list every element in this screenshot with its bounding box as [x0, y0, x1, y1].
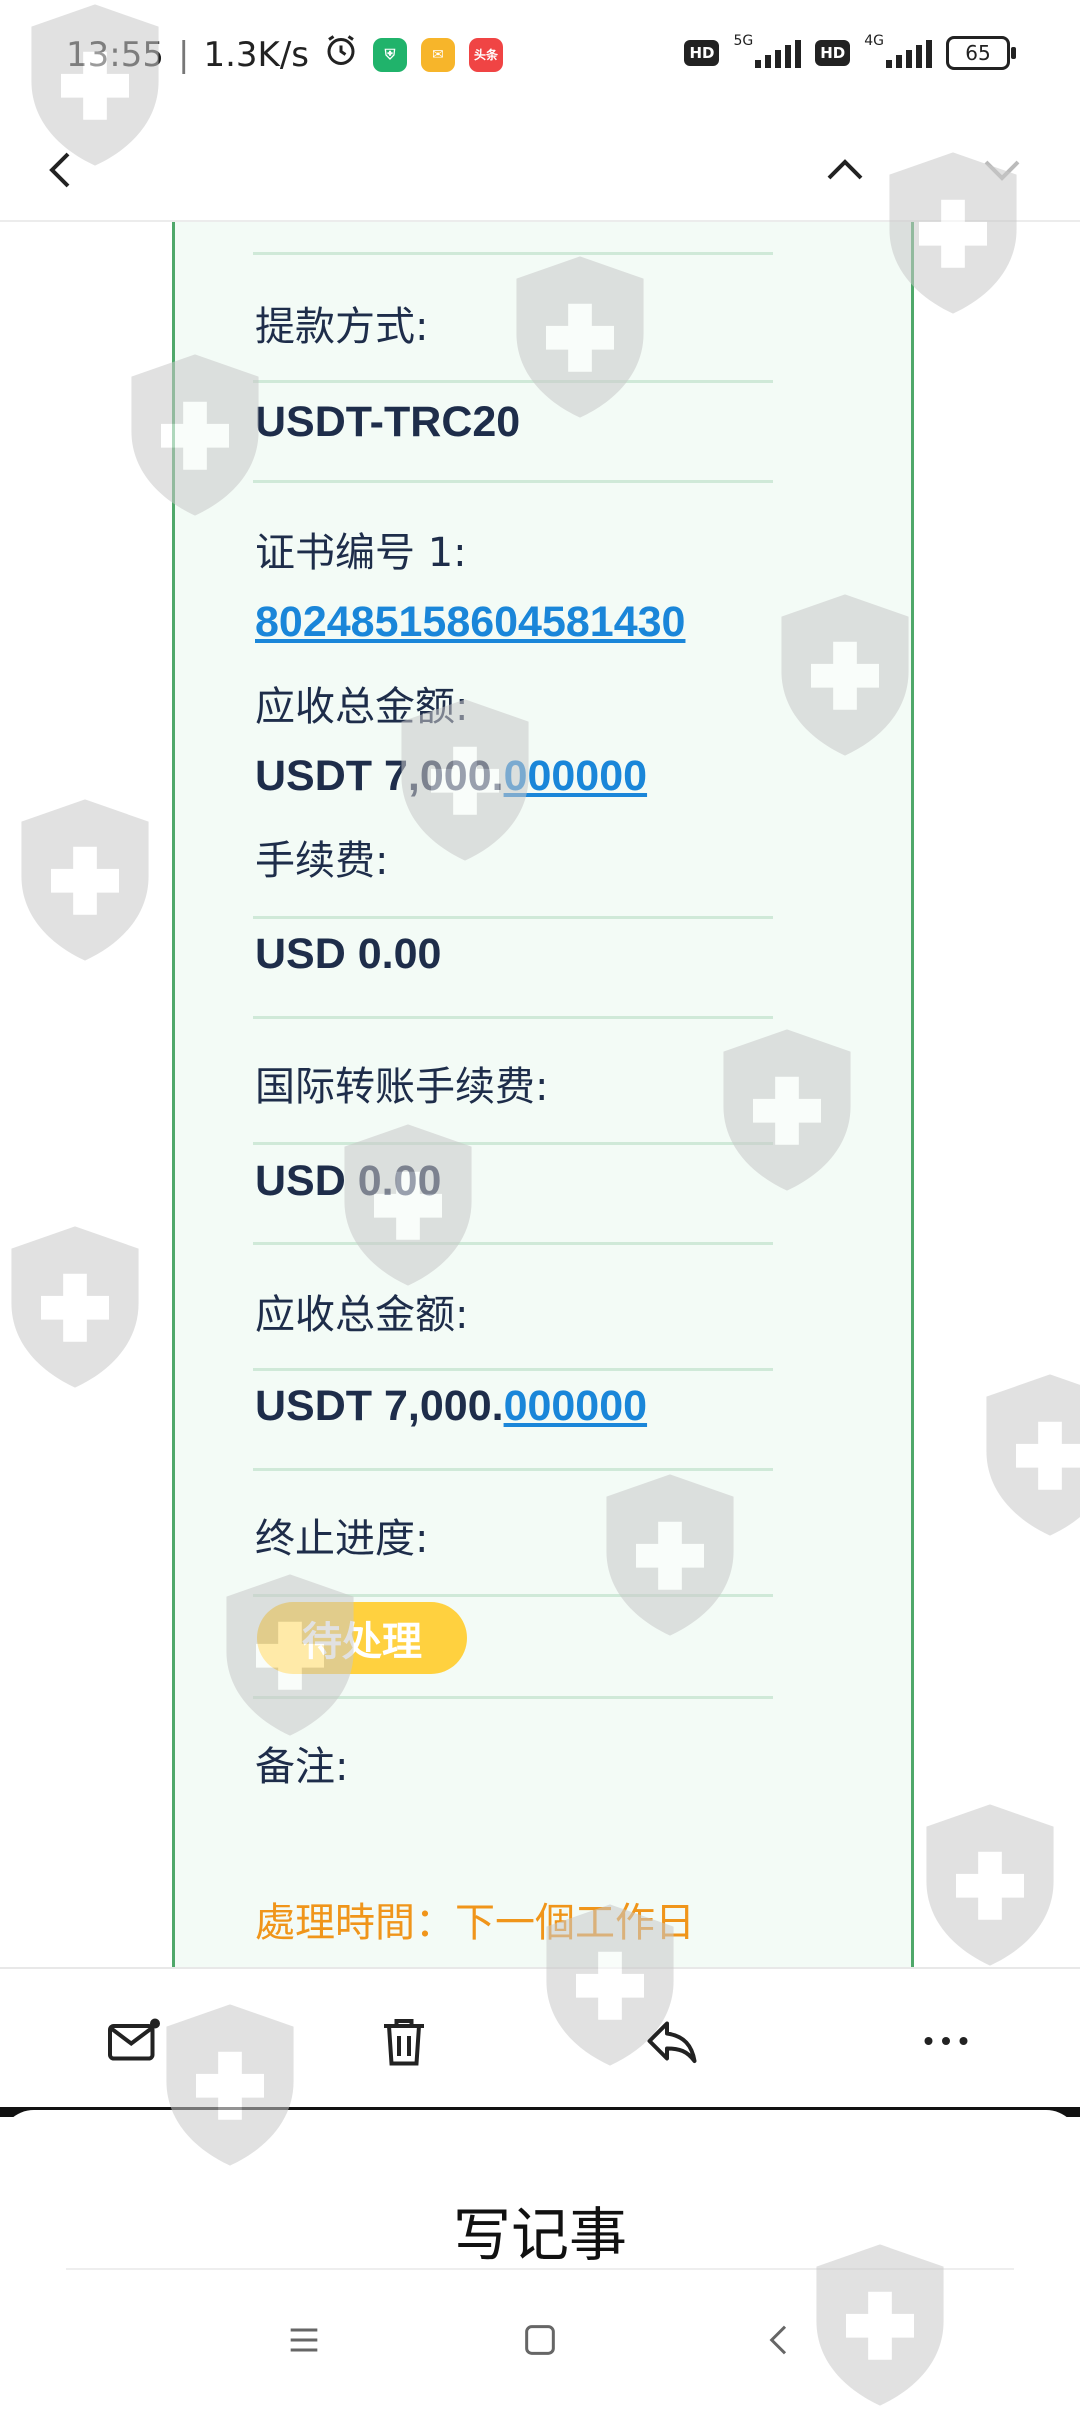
more-button[interactable]: [914, 2009, 978, 2073]
status-time: 13:55: [66, 34, 164, 75]
remark-label: 备注:: [255, 1744, 349, 1790]
divider: [253, 916, 773, 919]
next-mail-button[interactable]: [962, 130, 1042, 210]
total-amount-prefix-2: USDT 7,000.: [255, 1382, 504, 1430]
mail-body[interactable]: 提款方式: USDT-TRC20 证书编号 1: 802485158604581…: [0, 222, 1080, 1967]
intl-transfer-fee-label: 国际转账手续费:: [255, 1064, 549, 1110]
mark-unread-button[interactable]: [103, 2009, 167, 2073]
certificate-number-link[interactable]: 802485158604581430: [255, 598, 685, 647]
progress-label: 终止进度:: [255, 1516, 429, 1562]
trash-icon: [384, 2019, 424, 2066]
fee-label: 手续费:: [255, 838, 389, 884]
divider: [253, 1142, 773, 1145]
recent-apps-button[interactable]: [274, 2310, 334, 2370]
total-amount-decimal-link-2[interactable]: 000000: [504, 1382, 648, 1430]
certificate-label: 证书编号 1:: [255, 530, 467, 576]
reply-icon: [647, 2021, 697, 2063]
system-back-button[interactable]: [750, 2310, 810, 2370]
home-button[interactable]: [510, 2310, 570, 2370]
network-type-1: 5G: [733, 33, 754, 49]
divider: [253, 1242, 773, 1245]
mail-app-icon: ✉: [421, 37, 455, 72]
back-button[interactable]: [22, 130, 102, 210]
signal-icon-2: [886, 38, 932, 68]
chevron-left-icon: [769, 2325, 787, 2355]
more-icon: [924, 2037, 968, 2045]
divider: [253, 1016, 773, 1019]
reply-button[interactable]: [640, 2009, 704, 2073]
signal-icon-1: [755, 38, 802, 68]
chevron-down-icon: [984, 160, 1020, 181]
menu-icon: [290, 2328, 318, 2352]
divider: [253, 252, 773, 255]
total-amount-prefix-1: USDT 7,000.: [255, 752, 504, 800]
processing-time-text: 處理時間：下一個工作日: [255, 1900, 695, 1946]
status-right: HD 5G HD 4G 65: [684, 33, 1016, 70]
divider: [253, 1594, 773, 1597]
total-amount-decimal-link-1[interactable]: 000000: [504, 752, 648, 800]
security-app-icon: ⛨: [373, 37, 407, 72]
mail-nav-bar: [0, 120, 1080, 222]
mail-action-toolbar: [0, 1967, 1080, 2109]
intl-transfer-fee-value: USD 0.00: [255, 1157, 442, 1205]
previous-mail-button[interactable]: [805, 130, 885, 210]
pending-status-badge: 待处理: [257, 1602, 467, 1674]
status-bar: 13:55 | 1.3K/s ⛨ ✉ 头条 HD 5G HD 4G 65: [0, 0, 1080, 120]
status-speed: 1.3K/s: [203, 34, 309, 75]
chevron-left-icon: [49, 152, 70, 188]
fee-value: USD 0.00: [255, 930, 442, 978]
status-left: 13:55 | 1.3K/s ⛨ ✉ 头条: [66, 32, 503, 77]
network-type-2: 4G: [864, 33, 884, 49]
total-amount-value-2: USDT 7,000.000000: [255, 1382, 647, 1431]
withdraw-method-value: USDT-TRC20: [255, 398, 521, 446]
total-amount-label-1: 应收总金额:: [255, 684, 469, 730]
withdrawal-detail-card: 提款方式: USDT-TRC20 证书编号 1: 802485158604581…: [172, 222, 914, 1967]
square-icon: [525, 2325, 555, 2355]
divider: [253, 1368, 773, 1371]
divider: [253, 1696, 773, 1699]
total-amount-value-1: USDT 7,000.000000: [255, 752, 647, 801]
sheet-divider: [66, 2268, 1014, 2270]
delete-button[interactable]: [372, 2009, 436, 2073]
battery-indicator: 65: [946, 36, 1016, 70]
hd-badge-1: HD: [684, 40, 720, 66]
hd-badge-2: HD: [815, 40, 851, 66]
divider: [253, 380, 773, 383]
write-note-button[interactable]: 写记事: [0, 2188, 1080, 2272]
withdraw-method-label: 提款方式:: [255, 304, 429, 350]
alarm-icon: [323, 32, 359, 77]
mail-dot-icon: [108, 2018, 160, 2061]
news-app-icon: 头条: [469, 37, 503, 72]
divider: [253, 480, 773, 483]
chevron-up-icon: [827, 159, 863, 180]
status-separator: |: [177, 34, 190, 75]
total-amount-label-2: 应收总金额:: [255, 1292, 469, 1338]
divider: [253, 1468, 773, 1471]
